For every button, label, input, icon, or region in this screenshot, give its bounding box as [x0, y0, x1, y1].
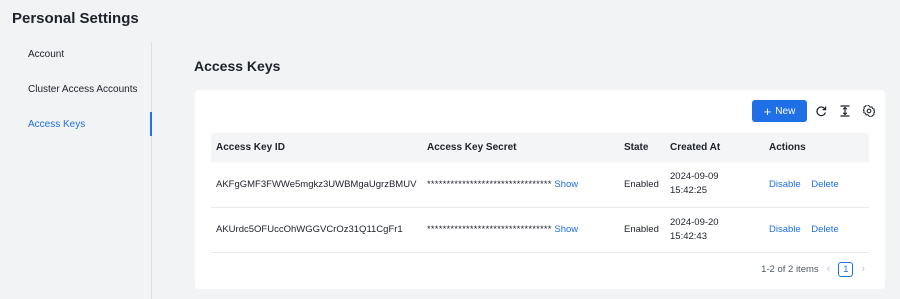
column-height-icon[interactable]	[839, 105, 851, 117]
delete-link[interactable]: Delete	[811, 224, 838, 235]
delete-link[interactable]: Delete	[811, 179, 838, 190]
sidebar-item-access-keys[interactable]: Access Keys	[28, 119, 85, 130]
state: Enabled	[624, 178, 659, 190]
page-number-button[interactable]: 1	[838, 261, 854, 277]
plus-icon: +	[763, 103, 772, 119]
pagination-summary: 1-2 of 2 items	[761, 263, 819, 275]
table-row: AKUrdc5OFUccOhWGGVCrOz31Q11CgFr1 *******…	[211, 207, 869, 252]
access-key-secret: ********************************	[427, 224, 552, 235]
created-at: 2024-09-20 15:42:43	[665, 207, 764, 252]
actions-cell: Disable Delete	[764, 207, 869, 252]
created-time: 15:42:25	[670, 185, 707, 197]
settings-icon[interactable]	[863, 105, 875, 117]
new-button-label: New	[775, 105, 796, 117]
section-title: Access Keys	[194, 58, 281, 74]
new-button[interactable]: + New	[752, 100, 807, 122]
access-keys-table: Access Key ID Access Key Secret State Cr…	[211, 133, 869, 253]
chevron-left-icon[interactable]: ‹	[827, 263, 831, 275]
page-title: Personal Settings	[12, 10, 139, 27]
access-key-id: AKUrdc5OFUccOhWGGVCrOz31Q11CgFr1	[216, 224, 403, 235]
access-key-secret-cell: ******************************** Show	[422, 162, 619, 207]
refresh-icon[interactable]	[815, 105, 827, 117]
actions-cell: Disable Delete	[764, 162, 869, 207]
access-keys-card: + New Access Key ID Access Key Secret St…	[195, 90, 885, 289]
chevron-right-icon[interactable]: ›	[861, 263, 865, 275]
table-header-row: Access Key ID Access Key Secret State Cr…	[211, 133, 869, 162]
access-key-secret: ********************************	[427, 178, 552, 190]
created-at: 2024-09-09 15:42:25	[665, 162, 764, 207]
show-secret-link[interactable]: Show	[554, 179, 578, 190]
access-key-secret-cell: ******************************** Show	[422, 207, 619, 252]
table-row: AKFgGMF3FWWe5mgkz3UWBMgaUgrzBMUV *******…	[211, 162, 869, 207]
state: Enabled	[624, 224, 659, 235]
column-header-state: State	[624, 142, 649, 153]
created-date: 2024-09-09	[670, 171, 719, 183]
access-key-id: AKFgGMF3FWWe5mgkz3UWBMgaUgrzBMUV	[216, 178, 417, 190]
toolbar: + New	[752, 100, 875, 122]
show-secret-link[interactable]: Show	[554, 224, 578, 235]
column-header-access-key-secret: Access Key Secret	[427, 142, 517, 153]
sidebar-item-cluster-access-accounts[interactable]: Cluster Access Accounts	[28, 84, 138, 95]
column-header-created-at: Created At	[670, 142, 721, 153]
disable-link[interactable]: Disable	[769, 224, 801, 235]
created-date: 2024-09-20	[670, 216, 719, 228]
sidebar-item-account[interactable]: Account	[28, 49, 64, 60]
column-header-access-key-id: Access Key ID	[216, 142, 285, 153]
column-header-actions: Actions	[769, 142, 806, 153]
sidebar: Account Cluster Access Accounts Access K…	[0, 42, 152, 299]
sidebar-active-indicator	[150, 112, 152, 136]
created-time: 15:42:43	[670, 230, 707, 242]
pagination: 1-2 of 2 items ‹ 1 ›	[761, 261, 865, 277]
disable-link[interactable]: Disable	[769, 179, 801, 190]
